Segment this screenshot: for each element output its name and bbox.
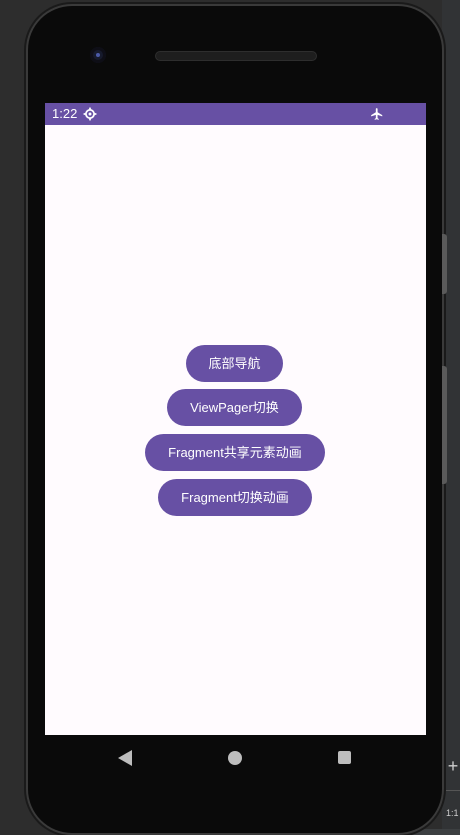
fragment-shared-element-button[interactable]: Fragment共享元素动画 <box>145 434 325 471</box>
front-camera-icon <box>90 47 106 63</box>
status-bar: 1:22 <box>45 103 426 125</box>
power-button[interactable] <box>442 234 447 294</box>
volume-button[interactable] <box>442 366 447 484</box>
home-circle-icon[interactable] <box>228 751 242 765</box>
viewpager-switch-button[interactable]: ViewPager切换 <box>167 389 302 426</box>
ide-divider <box>446 790 460 791</box>
app-screen: 1:22 底部导航 ViewPager切换 Fragment共享元素动画 Fra… <box>45 103 426 735</box>
settings-gear-icon <box>83 107 97 121</box>
bottom-navigation-button[interactable]: 底部导航 <box>186 345 283 382</box>
system-nav-bar <box>45 735 426 783</box>
ide-zoom-label: 1:1 <box>446 808 459 818</box>
earpiece-speaker <box>155 51 317 61</box>
status-time: 1:22 <box>52 106 78 121</box>
back-triangle-icon[interactable] <box>117 749 133 767</box>
recents-square-icon[interactable] <box>338 751 351 764</box>
fragment-switch-animation-button[interactable]: Fragment切换动画 <box>158 479 312 516</box>
airplane-mode-icon <box>371 108 383 120</box>
emulator-stage: + 1:1 1:22 底部导航 ViewPager切换 Fragment共享元素… <box>0 0 460 835</box>
ide-add-button[interactable]: + <box>446 756 460 776</box>
